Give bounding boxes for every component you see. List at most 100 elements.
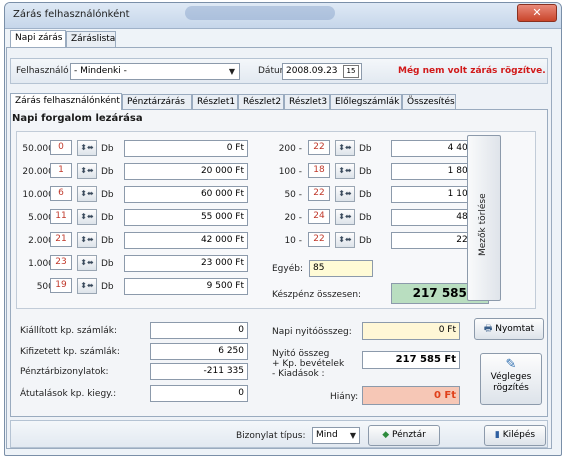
denom-amount: 55 000 Ft (124, 209, 248, 226)
denom-unit: Db (101, 167, 114, 177)
denom-count-input[interactable]: 19 (50, 278, 72, 293)
print-button[interactable]: 🖶 Nyomtat (474, 318, 544, 340)
stat-label: Kiállított kp. számlák: (20, 326, 117, 336)
denom-label: 20 - (284, 213, 302, 223)
exit-label: Kilépés (502, 430, 536, 440)
doc-type-select[interactable]: Mind ▼ (312, 427, 360, 444)
spin-arrows-icon[interactable]: ⬍⬌ (77, 209, 97, 225)
date-field[interactable]: 2008.09.23 15 (282, 63, 362, 80)
summary-line2: + Kp. bevételek (272, 359, 345, 369)
cash-register-label: Pénztár (391, 430, 426, 440)
shortage-value: 0 Ft (362, 386, 460, 405)
denom-unit: Db (101, 190, 114, 200)
spin-arrows-icon[interactable]: ⬍⬌ (77, 140, 97, 156)
denom-unit: Db (101, 144, 114, 154)
denom-amount: 60 000 Ft (124, 186, 248, 203)
spin-arrows-icon[interactable]: ⬍⬌ (77, 186, 97, 202)
stat-value: 0 (150, 322, 248, 339)
denom-amount: 0 Ft (124, 140, 248, 157)
finalize-button[interactable]: ✎ Végleges rögzítés (480, 353, 542, 405)
user-label: Felhasználó (16, 66, 69, 76)
opening-value: 0 Ft (362, 322, 460, 340)
close-button[interactable]: ✕ (517, 4, 557, 22)
spin-arrows-icon[interactable]: ⬍⬌ (77, 278, 97, 294)
tab-eloleg-szamlak[interactable]: Előlegszámlák (330, 94, 402, 110)
spin-arrows-icon[interactable]: ⬍⬌ (77, 163, 97, 179)
denom-count-input[interactable]: 18 (308, 163, 330, 178)
exit-door-icon: ▮ (494, 430, 500, 440)
denom-amount: 20 000 Ft (124, 163, 248, 180)
chevron-down-icon: ▼ (228, 67, 235, 76)
cash-total-label: Készpénz összesen: (272, 290, 362, 300)
spin-arrows-icon[interactable]: ⬍⬌ (77, 232, 97, 248)
denom-unit: Db (101, 236, 114, 246)
denom-count-input[interactable]: 24 (308, 209, 330, 224)
window-title: Zárás felhasználónként (13, 9, 130, 20)
exit-button[interactable]: ▮ Kilépés (484, 425, 546, 446)
stat-label: Kifizetett kp. számlák: (20, 347, 120, 357)
other-input[interactable]: 85 (309, 260, 373, 277)
denom-unit: Db (359, 167, 372, 177)
finalize-label-1: Végleges (490, 372, 532, 382)
section-title: Napi forgalom lezárása (12, 113, 143, 124)
clear-fields-button[interactable]: Mezők törlése (467, 135, 501, 301)
print-label: Nyomtat (495, 324, 535, 334)
denom-count-input[interactable]: 23 (50, 255, 72, 270)
spin-arrows-icon[interactable]: ⬍⬌ (335, 209, 355, 225)
stat-value: 0 (150, 385, 248, 402)
cash-register-button[interactable]: ◆ Pénztár (368, 425, 440, 446)
denom-label: 100 - (278, 167, 302, 177)
summary-label: Nyitó összeg + Kp. bevételek - Kiadások … (272, 349, 344, 379)
summary-line3: - Kiadások : (272, 369, 325, 379)
spin-arrows-icon[interactable]: ⬍⬌ (335, 186, 355, 202)
user-select[interactable]: - Mindenki - ▼ (70, 63, 240, 80)
denom-count-input[interactable]: 0 (50, 140, 72, 155)
tab-reszlet1[interactable]: Részlet1 (192, 94, 238, 110)
denom-label: 200 - (278, 144, 302, 154)
denom-count-input[interactable]: 1 (50, 163, 72, 178)
clear-fields-label: Mezők törlése (478, 193, 488, 256)
money-icon: ◆ (382, 430, 390, 440)
chevron-down-icon: ▼ (349, 431, 356, 440)
denom-count-input[interactable]: 21 (50, 232, 72, 247)
tab-zaras-felhasznalonkent[interactable]: Zárás felhasználónként (10, 93, 122, 110)
tab-reszlet2[interactable]: Részlet2 (238, 94, 284, 110)
user-select-value: - Mindenki - (74, 66, 127, 76)
denom-amount: 42 000 Ft (124, 232, 248, 249)
denom-count-input[interactable]: 22 (308, 232, 330, 247)
denom-label: 50 - (284, 190, 302, 200)
tab-penztarzaras[interactable]: Pénztárzárás (122, 94, 192, 110)
stat-value: 6 250 (150, 343, 248, 360)
doc-type-label: Bizonylat típus: (236, 431, 306, 441)
finalize-label-2: rögzítés (493, 383, 529, 393)
denom-amount: 9 500 Ft (124, 278, 248, 295)
shortage-label: Hiány: (330, 392, 359, 402)
no-closing-warning: Még nem volt zárás rögzítve. (398, 66, 546, 76)
denom-unit: Db (101, 213, 114, 223)
spin-arrows-icon[interactable]: ⬍⬌ (335, 140, 355, 156)
stat-label: Átutalások kp. kiegy.: (20, 389, 117, 399)
tab-osszesites[interactable]: Összesítés (402, 94, 456, 110)
spin-arrows-icon[interactable]: ⬍⬌ (77, 255, 97, 271)
summary-line1: Nyitó összeg (272, 349, 330, 359)
denom-unit: Db (359, 144, 372, 154)
date-value: 2008.09.23 (286, 66, 338, 76)
tab-reszlet3[interactable]: Részlet3 (284, 94, 330, 110)
pen-icon: ✎ (505, 357, 517, 372)
tab-zaraslista[interactable]: Záráslista (66, 31, 116, 47)
summary-value: 217 585 Ft (362, 351, 460, 369)
spin-arrows-icon[interactable]: ⬍⬌ (335, 163, 355, 179)
denom-unit: Db (359, 236, 372, 246)
denom-unit: Db (359, 213, 372, 223)
stat-value: -211 335 (150, 363, 248, 380)
denom-count-input[interactable]: 22 (308, 140, 330, 155)
title-bar-decoration (185, 6, 335, 20)
denom-count-input[interactable]: 22 (308, 186, 330, 201)
denom-count-input[interactable]: 6 (50, 186, 72, 201)
tab-napi-zaras[interactable]: Napi zárás (10, 30, 66, 47)
calendar-icon[interactable]: 15 (343, 65, 359, 78)
spin-arrows-icon[interactable]: ⬍⬌ (335, 232, 355, 248)
denom-count-input[interactable]: 11 (50, 209, 72, 224)
title-bar: Zárás felhasználónként ✕ (5, 3, 561, 29)
denom-unit: Db (359, 190, 372, 200)
